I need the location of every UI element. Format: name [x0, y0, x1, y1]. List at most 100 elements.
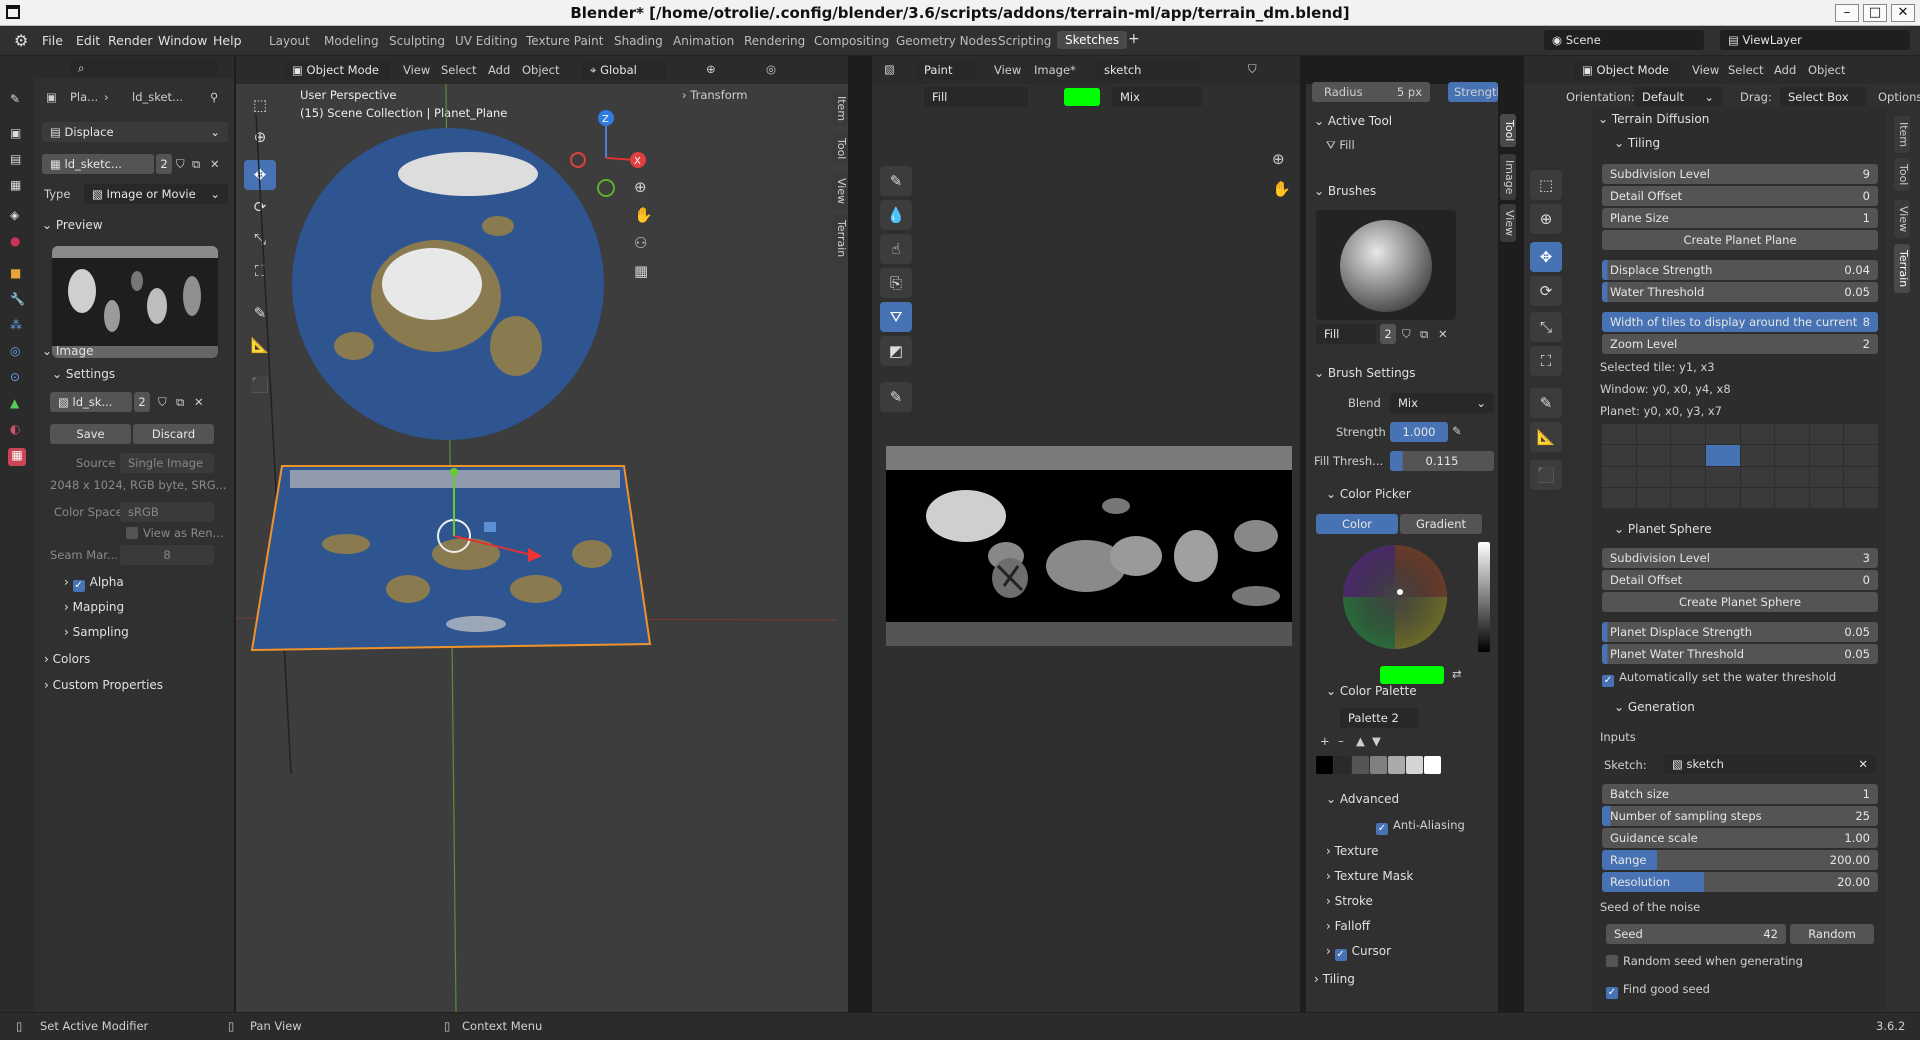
resolution-slider[interactable]: Resolution 20.00: [1602, 872, 1878, 892]
tile-cell[interactable]: [1671, 424, 1705, 445]
scale-tool[interactable]: ⤡: [1530, 312, 1562, 342]
tab-sculpting[interactable]: Sculpting: [389, 34, 445, 48]
random-seed-button[interactable]: Random: [1790, 924, 1874, 944]
color-wheel[interactable]: [1340, 542, 1450, 652]
tile-cell[interactable]: [1602, 445, 1636, 466]
palette-swatch[interactable]: [1388, 756, 1405, 774]
auto-water-checkbox[interactable]: ✓ Automatically set the water threshold: [1602, 670, 1836, 687]
viewport-menu-view[interactable]: View: [403, 63, 430, 77]
texture-mask-subpanel[interactable]: › Texture Mask: [1326, 869, 1413, 883]
menu-render[interactable]: Render: [108, 33, 153, 48]
tile-cell[interactable]: [1809, 424, 1844, 445]
add-cube-tool[interactable]: ⬛: [1530, 460, 1562, 490]
tile-cell[interactable]: [1602, 466, 1636, 487]
swap-color-icon[interactable]: ⇄: [1452, 667, 1462, 681]
palette-swatch[interactable]: [1352, 756, 1369, 774]
scene-selector[interactable]: ◉ Scene: [1544, 30, 1704, 50]
tile-cell[interactable]: [1705, 424, 1740, 445]
subdivision-level-field[interactable]: Subdivision Level 9: [1602, 164, 1878, 184]
right-tab-terrain[interactable]: Terrain: [1894, 244, 1910, 294]
color-palette-header[interactable]: ⌄ Color Palette: [1326, 684, 1417, 698]
fill-tool[interactable]: ⛛: [880, 302, 912, 332]
blend-mode-dropdown[interactable]: Mix: [1112, 87, 1202, 107]
fill-threshold-slider[interactable]: 0.115: [1390, 451, 1494, 471]
transform-tool[interactable]: ⛶: [1530, 346, 1562, 376]
tab-sketches[interactable]: Sketches: [1057, 31, 1128, 49]
camera-icon[interactable]: ⚇: [634, 234, 647, 252]
create-planet-plane-button[interactable]: Create Planet Plane: [1602, 230, 1878, 250]
palette-up-icon[interactable]: ▲: [1356, 734, 1365, 748]
strength-field[interactable]: Strength: [1448, 82, 1498, 102]
brush-color-swatch[interactable]: [1064, 88, 1100, 106]
tile-cell[interactable]: [1602, 487, 1636, 508]
sampling-steps-slider[interactable]: Number of sampling steps 25: [1602, 806, 1878, 826]
create-planet-sphere-button[interactable]: Create Planet Sphere: [1602, 592, 1878, 612]
sketch-selector[interactable]: ▧ sketch ✕: [1664, 754, 1876, 774]
soften-tool[interactable]: 💧: [880, 200, 912, 230]
texture-users[interactable]: 2: [156, 154, 172, 174]
image-tab-image[interactable]: Image: [1500, 154, 1516, 201]
tiling-panel[interactable]: › Tiling: [1314, 972, 1355, 986]
tile-cell[interactable]: [1671, 487, 1705, 508]
annotate-tool[interactable]: ✎: [880, 382, 912, 412]
planet-sphere-subpanel[interactable]: ⌄ Planet Sphere: [1614, 522, 1712, 536]
tab-modeling[interactable]: Modeling: [324, 34, 379, 48]
planet-water-slider[interactable]: Planet Water Threshold 0.05: [1602, 644, 1878, 664]
tile-cell[interactable]: [1636, 445, 1671, 466]
maximize-button[interactable]: □: [1863, 4, 1887, 22]
palette-swatch[interactable]: [1334, 756, 1351, 774]
random-seed-checkbox[interactable]: Random seed when generating: [1606, 954, 1803, 968]
guidance-scale-field[interactable]: Guidance scale 1.00: [1602, 828, 1878, 848]
duplicate-icon[interactable]: ⧉: [1420, 327, 1428, 342]
tiling-subpanel[interactable]: ⌄ Tiling: [1614, 136, 1660, 150]
particles-props-icon[interactable]: ⁂: [10, 318, 22, 332]
duplicate-icon[interactable]: ⧉: [176, 395, 184, 410]
tile-cell[interactable]: [1705, 445, 1740, 466]
image-editor[interactable]: ▧ Paint View Image* sketch ⛉ Fill Mix ✎ …: [872, 56, 1300, 1012]
zoom-icon[interactable]: ⊕: [1272, 150, 1285, 168]
checkbox-icon[interactable]: ✓: [1334, 949, 1347, 961]
move-tool[interactable]: ✥: [1530, 242, 1562, 272]
tile-cell[interactable]: [1775, 424, 1809, 445]
fake-user-icon[interactable]: ⛉: [176, 157, 185, 172]
image-tab-tool[interactable]: Tool: [1500, 114, 1516, 148]
tile-cell[interactable]: [1844, 445, 1878, 466]
tile-cell[interactable]: [1809, 445, 1844, 466]
tile-cell[interactable]: [1636, 424, 1671, 445]
pin-icon[interactable]: ⚲: [210, 90, 218, 104]
editor-type-icon[interactable]: ▧: [884, 62, 895, 76]
tile-grid[interactable]: [1602, 424, 1878, 508]
annotate-tool[interactable]: ✎: [1530, 388, 1562, 418]
mapping-subpanel[interactable]: › Mapping: [64, 600, 124, 614]
palette-name-field[interactable]: Palette 2: [1340, 708, 1418, 728]
tile-cell[interactable]: [1809, 466, 1844, 487]
duplicate-icon[interactable]: ⧉: [192, 157, 200, 172]
cursor-subpanel[interactable]: › ✓ Cursor: [1326, 944, 1391, 961]
planet-displace-slider[interactable]: Planet Displace Strength 0.05: [1602, 622, 1878, 642]
brush-name-field[interactable]: Fill: [1316, 324, 1376, 344]
modifier-props-icon[interactable]: 🔧: [10, 292, 25, 306]
range-slider[interactable]: Range 200.00: [1602, 850, 1878, 870]
tab-texture-paint[interactable]: Texture Paint: [526, 34, 603, 48]
sketch-canvas[interactable]: [886, 446, 1292, 646]
menu-window[interactable]: Window: [158, 33, 207, 48]
texture-datablock[interactable]: ▦ ld_sketc...: [42, 154, 154, 174]
mask-tool[interactable]: ◩: [880, 336, 912, 366]
draw-tool[interactable]: ✎: [880, 166, 912, 196]
image-tab-view[interactable]: View: [1500, 204, 1516, 243]
zoom-level-field[interactable]: Zoom Level 2: [1602, 334, 1878, 354]
paint-mode-dropdown[interactable]: Paint: [916, 60, 976, 80]
right-tab-item[interactable]: Item: [1894, 116, 1910, 154]
brushes-header[interactable]: ⌄ Brushes: [1314, 184, 1376, 198]
tile-cell[interactable]: [1809, 487, 1844, 508]
menu-file[interactable]: File: [42, 33, 63, 48]
tile-cell[interactable]: [1636, 466, 1671, 487]
palette-down-icon[interactable]: ▼: [1372, 734, 1381, 748]
add-workspace-icon[interactable]: +: [1128, 31, 1140, 47]
tile-cell[interactable]: [1740, 424, 1775, 445]
viewport-tab-item[interactable]: Item: [832, 90, 848, 128]
viewport-menu-add[interactable]: Add: [488, 63, 510, 77]
generation-subpanel[interactable]: ⌄ Generation: [1614, 700, 1695, 714]
detail-offset-field[interactable]: Detail Offset 0: [1602, 186, 1878, 206]
settings-subpanel-header[interactable]: ⌄ Settings: [52, 367, 115, 381]
